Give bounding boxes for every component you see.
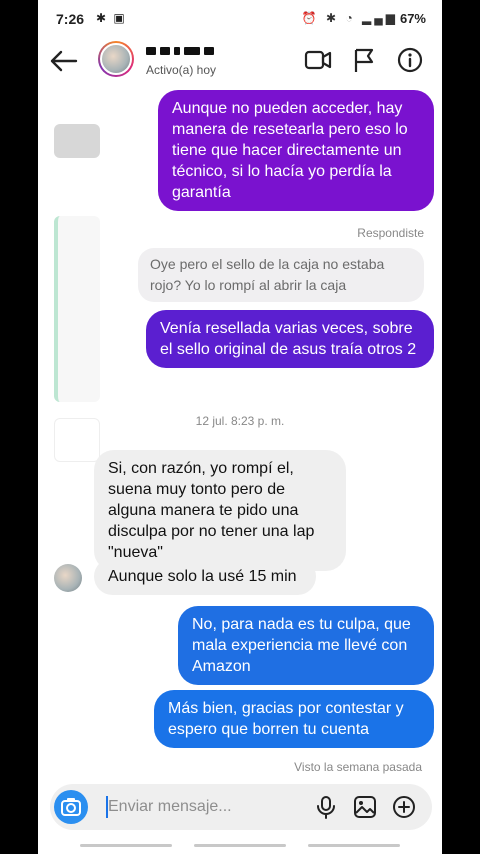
message-outgoing[interactable]: Más bien, gracias por contestar y espero… [154, 690, 434, 748]
message-outgoing[interactable]: Venía resellada varias veces, sobre el s… [146, 310, 434, 368]
message-outgoing[interactable]: No, para nada es tu culpa, que mala expe… [178, 606, 434, 685]
nav-home[interactable] [194, 844, 286, 847]
seen-status: Visto la semana pasada [294, 760, 422, 774]
chat-header: Activo(a) hoy [38, 36, 442, 90]
microphone-icon[interactable] [314, 795, 338, 819]
camera-button[interactable] [54, 790, 88, 824]
flag-icon[interactable] [350, 46, 378, 74]
message-outgoing[interactable]: Aunque no pueden acceder, hay manera de … [158, 90, 434, 211]
add-icon[interactable] [392, 795, 416, 819]
sender-avatar[interactable] [54, 564, 82, 592]
battery-level: 67% [399, 11, 426, 26]
contact-status: Activo(a) hoy [146, 63, 217, 77]
timestamp: 12 jul. 8:23 p. m. [195, 414, 285, 428]
shared-image-thumbnail[interactable] [54, 124, 100, 158]
message-composer: Enviar mensaje... [50, 784, 432, 830]
nav-back[interactable] [308, 844, 400, 847]
info-icon[interactable] [396, 46, 424, 74]
status-time: 7:26 [56, 11, 85, 27]
system-nav-bar [38, 838, 442, 854]
faded-card [54, 216, 100, 402]
gallery-icon[interactable] [353, 795, 377, 819]
contact-name-redacted[interactable] [146, 42, 218, 55]
camera-icon [61, 798, 81, 816]
status-bar: 7:26 ✱ ▣ ⏰ ✱ ◔ ▂▄▆ 67% [38, 0, 442, 36]
reply-label: Respondiste [357, 226, 424, 240]
message-input[interactable]: Enviar mensaje... [108, 798, 232, 816]
quoted-message[interactable]: Oye pero el sello de la caja no estaba r… [138, 248, 424, 302]
message-incoming[interactable]: Aunque solo la usé 15 min [94, 558, 316, 595]
phone-screen: 7:26 ✱ ▣ ⏰ ✱ ◔ ▂▄▆ 67% Activo(a) hoy Aun… [38, 0, 442, 854]
system-icons: ⏰ ✱ ◔ ▂▄▆ [301, 11, 398, 25]
message-incoming[interactable]: Si, con razón, yo rompí el, suena muy to… [94, 450, 346, 571]
nav-recent[interactable] [80, 844, 172, 847]
back-arrow-icon[interactable] [48, 48, 78, 74]
contact-avatar[interactable] [98, 41, 134, 77]
video-call-icon[interactable] [304, 46, 332, 74]
notification-icons: ✱ ▣ [96, 11, 127, 25]
message-thread: Aunque no pueden acceder, hay manera de … [38, 90, 442, 780]
